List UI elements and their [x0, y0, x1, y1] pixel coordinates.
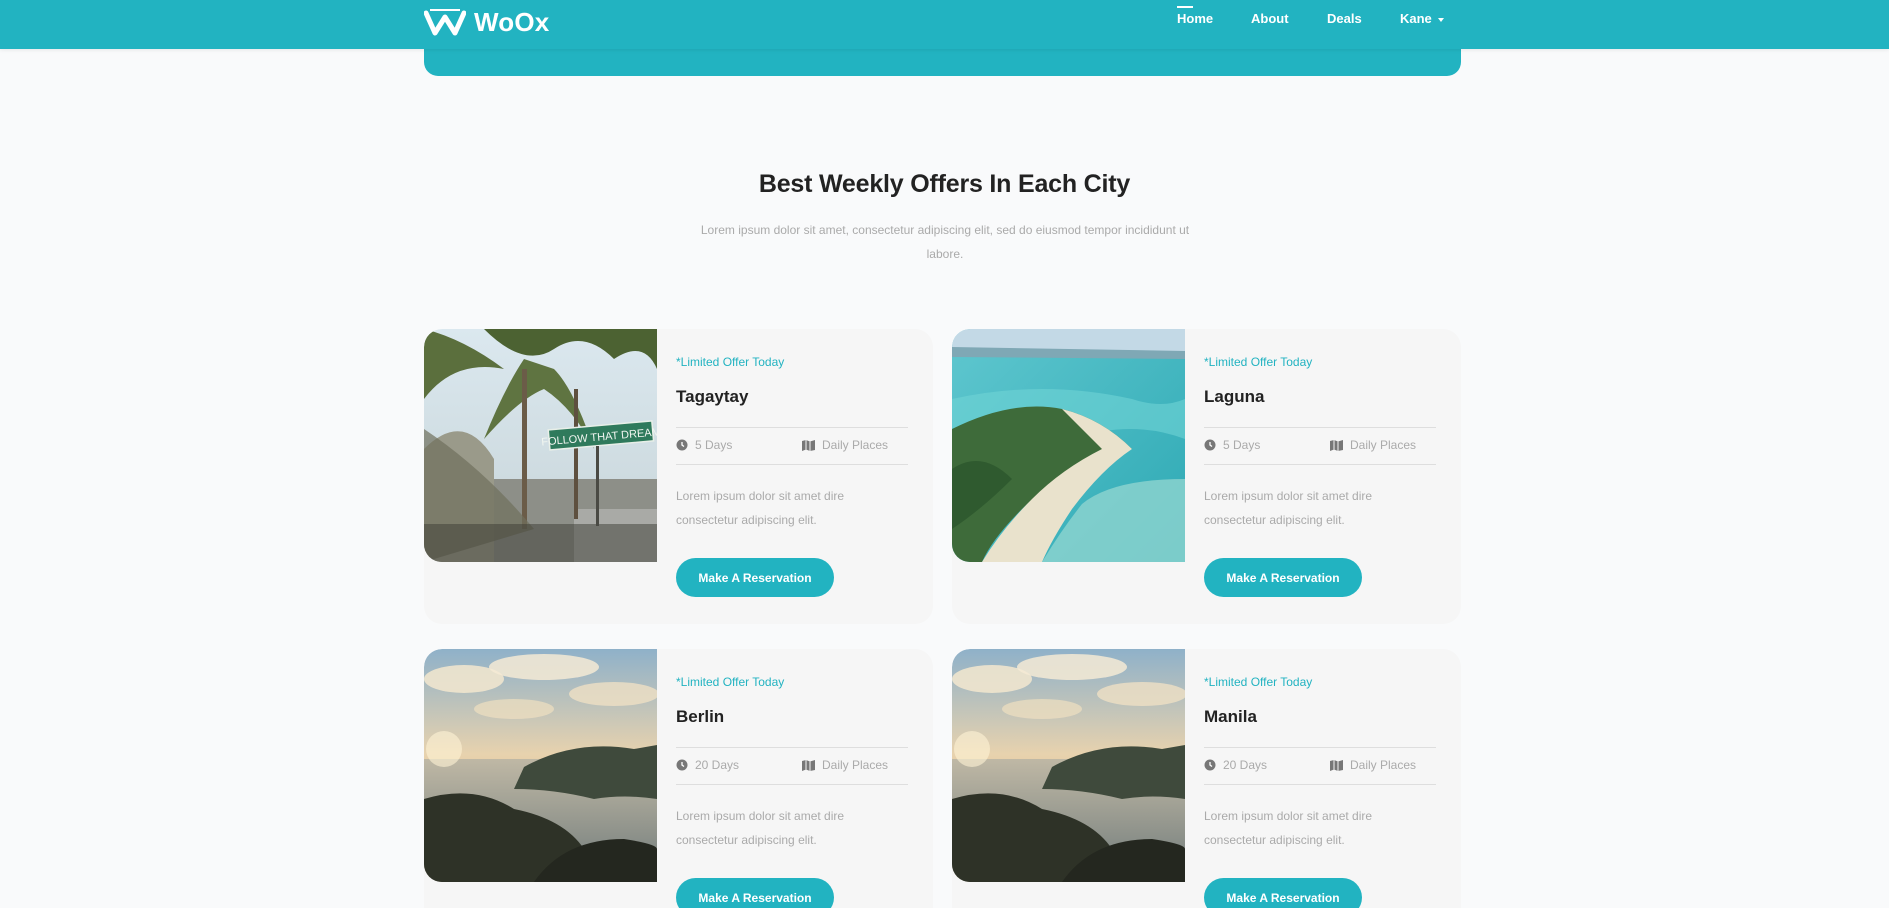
offer-city: Tagaytay	[676, 387, 749, 406]
offer-card: *Limited Offer Today Manila 20 Days Dail…	[952, 649, 1461, 908]
nav-about[interactable]: About	[1251, 11, 1289, 26]
coast-sunset-photo	[952, 649, 1185, 882]
clock-icon	[676, 759, 688, 771]
make-reservation-button[interactable]: Make A Reservation	[1204, 558, 1362, 597]
offer-tag: *Limited Offer Today	[676, 675, 785, 689]
offer-content: *Limited Offer Today Berlin 20 Days Dail…	[676, 649, 908, 908]
section-title: Best Weekly Offers In Each City	[758, 170, 1131, 198]
offer-duration: 20 Days	[1204, 758, 1267, 772]
map-icon	[1330, 439, 1343, 451]
offer-meta: 20 Days Daily Places	[1204, 747, 1436, 785]
nav-user-dropdown[interactable]: Kane	[1400, 11, 1444, 26]
offer-city: Berlin	[676, 707, 725, 726]
offer-duration: 5 Days	[1204, 438, 1260, 452]
coast-sunset-photo	[424, 649, 657, 882]
nav-deals[interactable]: Deals	[1327, 11, 1362, 26]
offer-card: FOLLOW THAT DREAM *Limited Offer Today T…	[424, 329, 933, 624]
nav-user-label: Kane	[1400, 11, 1432, 26]
beach-aerial-photo	[952, 329, 1185, 562]
offer-places-label: Daily Places	[822, 438, 889, 452]
section-description: Lorem ipsum dolor sit amet, consectetur …	[700, 223, 1190, 261]
offer-duration: 20 Days	[676, 758, 739, 772]
offer-card: *Limited Offer Today Laguna 5 Days Daily…	[952, 329, 1461, 624]
make-reservation-button[interactable]: Make A Reservation	[676, 558, 834, 597]
offer-image: FOLLOW THAT DREAM	[424, 329, 657, 562]
offer-card: *Limited Offer Today Berlin 20 Days Dail…	[424, 649, 933, 908]
offer-duration-label: 20 Days	[695, 758, 740, 772]
offer-duration-label: 5 Days	[695, 438, 733, 452]
offer-content: *Limited Offer Today Tagaytay 5 Days Dai…	[676, 329, 908, 624]
offer-tag: *Limited Offer Today	[1204, 355, 1313, 369]
offer-duration-label: 20 Days	[1223, 758, 1268, 772]
clock-icon	[1204, 759, 1216, 771]
brand-logo[interactable]: WoOx	[424, 4, 549, 40]
offer-tag: *Limited Offer Today	[1204, 675, 1313, 689]
chevron-down-icon	[1437, 17, 1444, 22]
clock-icon	[1204, 439, 1216, 451]
woox-logo-icon	[424, 9, 466, 36]
offer-places: Daily Places	[1330, 438, 1416, 452]
offer-image	[952, 649, 1185, 882]
palm-street-photo: FOLLOW THAT DREAM	[424, 329, 657, 562]
offer-description: Lorem ipsum dolor sit amet dire consecte…	[676, 809, 845, 847]
offer-content: *Limited Offer Today Manila 20 Days Dail…	[1204, 649, 1436, 908]
map-icon	[802, 439, 815, 451]
offer-meta: 5 Days Daily Places	[1204, 427, 1436, 465]
map-icon	[802, 759, 815, 771]
offer-description: Lorem ipsum dolor sit amet dire consecte…	[676, 489, 845, 527]
nav-home[interactable]: Home	[1177, 6, 1213, 26]
offer-city: Laguna	[1204, 387, 1265, 406]
map-icon	[1330, 759, 1343, 771]
offer-description: Lorem ipsum dolor sit amet dire consecte…	[1204, 809, 1373, 847]
offer-duration: 5 Days	[676, 438, 732, 452]
offer-places-label: Daily Places	[1350, 438, 1417, 452]
offer-places: Daily Places	[1330, 758, 1416, 772]
offer-places-label: Daily Places	[822, 758, 889, 772]
brand-name: WoOx	[474, 6, 550, 37]
offer-meta: 5 Days Daily Places	[676, 427, 908, 465]
offer-description: Lorem ipsum dolor sit amet dire consecte…	[1204, 489, 1373, 527]
offer-places: Daily Places	[802, 438, 888, 452]
offer-image	[952, 329, 1185, 562]
make-reservation-button[interactable]: Make A Reservation	[676, 878, 834, 908]
offer-places: Daily Places	[802, 758, 888, 772]
make-reservation-button[interactable]: Make A Reservation	[1204, 878, 1362, 908]
offer-meta: 20 Days Daily Places	[676, 747, 908, 785]
top-navbar: WoOx Home About Deals Kane	[0, 0, 1889, 49]
offer-city: Manila	[1204, 707, 1257, 726]
clock-icon	[676, 439, 688, 451]
offer-image	[424, 649, 657, 882]
offer-duration-label: 5 Days	[1223, 438, 1261, 452]
offer-places-label: Daily Places	[1350, 758, 1417, 772]
offer-content: *Limited Offer Today Laguna 5 Days Daily…	[1204, 329, 1436, 624]
offer-tag: *Limited Offer Today	[676, 355, 785, 369]
